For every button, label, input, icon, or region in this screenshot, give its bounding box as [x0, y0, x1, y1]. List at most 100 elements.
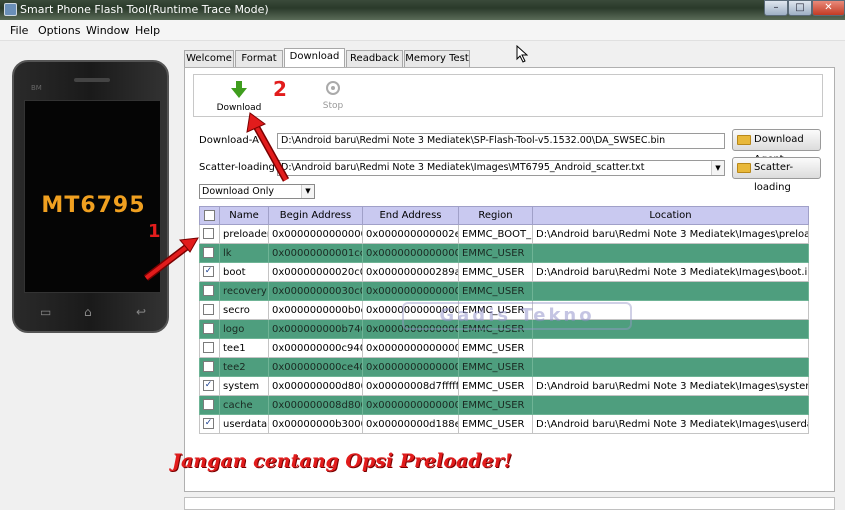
region-cell: EMMC_USER	[458, 243, 533, 263]
region-cell: EMMC_USER	[458, 357, 533, 377]
minimize-button[interactable]: –	[764, 0, 788, 16]
row-checkbox[interactable]: ✓	[199, 376, 220, 396]
tab-welcome[interactable]: Welcome	[184, 50, 234, 67]
window-title: Smart Phone Flash Tool(Runtime Trace Mod…	[20, 3, 269, 16]
row-checkbox[interactable]	[199, 357, 220, 377]
location-cell	[532, 338, 809, 358]
scatter-loading-combo[interactable]: D:\Android baru\Redmi Note 3 Mediatek\Im…	[277, 160, 725, 176]
row-checkbox[interactable]	[199, 224, 220, 244]
scatter-loading-label: Scatter-loading Fi	[199, 162, 286, 173]
table-row[interactable]: tee20x000000000ce400000x0000000000000000…	[199, 357, 809, 377]
table-row[interactable]: cache0x000000008d8000000x000000000000000…	[199, 395, 809, 415]
end-address-cell: 0x0000000000000000	[362, 243, 459, 263]
folder-icon	[737, 135, 751, 145]
app-icon	[4, 3, 17, 16]
phone-back-icon: ↩	[136, 305, 147, 319]
location-cell: D:\Android baru\Redmi Note 3 Mediatek\Im…	[532, 224, 809, 244]
tab-memory-test[interactable]: Memory Test	[404, 50, 470, 67]
select-all-checkbox[interactable]	[199, 206, 220, 225]
step-1-label: 1	[148, 221, 161, 242]
region-cell: EMMC_BOOT_1	[458, 224, 533, 244]
partition-name-cell: cache	[219, 395, 269, 415]
table-row[interactable]: recovery0x00000000030c00000x000000000000…	[199, 281, 809, 301]
download-mode-select[interactable]: Download Only ▼	[199, 184, 315, 199]
menu-file[interactable]: File	[10, 24, 28, 37]
tab-download[interactable]: Download	[284, 48, 345, 67]
end-address-cell: 0x000000000002e2b3	[362, 224, 459, 244]
stop-button[interactable]: Stop	[318, 81, 348, 111]
table-row[interactable]: ✓system0x000000000d8000000x00000008d7fff…	[199, 376, 809, 396]
scatter-loading-button-label: Scatter-loading	[754, 162, 794, 193]
phone-image: BM MT6795 ▭ ⌂ ↩	[12, 60, 169, 333]
column-header-location[interactable]: Location	[532, 206, 809, 225]
region-cell: EMMC_USER	[458, 395, 533, 415]
table-row[interactable]: ✓userdata0x00000000b30000000x00000000d18…	[199, 414, 809, 434]
warning-caption: Jangan centang Opsi Preloader!	[172, 450, 513, 472]
scatter-loading-button[interactable]: Scatter-loading	[732, 157, 821, 193]
phone-model-label: MT6795	[41, 193, 146, 218]
download-agent-label: Download-A	[199, 135, 259, 146]
chevron-down-icon[interactable]: ▼	[711, 161, 724, 175]
begin-address-cell: 0x000000000c940000	[268, 338, 363, 358]
menu-help[interactable]: Help	[135, 24, 160, 37]
download-agent-button[interactable]: Download Agent	[732, 129, 821, 165]
begin-address-cell: 0x00000000020c0000	[268, 262, 363, 282]
row-checkbox[interactable]	[199, 338, 220, 358]
mouse-cursor-icon	[516, 45, 528, 63]
watermark: Gadis Tekno	[402, 302, 632, 330]
row-checkbox[interactable]	[199, 243, 220, 263]
begin-address-cell: 0x00000000030c0000	[268, 281, 363, 301]
begin-address-cell: 0x000000000b740000	[268, 319, 363, 339]
row-checkbox[interactable]	[199, 300, 220, 320]
phone-home-icon: ⌂	[84, 305, 92, 319]
table-row[interactable]: lk0x00000000001cc00000x0000000000000000E…	[199, 243, 809, 263]
column-header-name[interactable]: Name	[219, 206, 269, 225]
tab-readback[interactable]: Readback	[346, 50, 403, 67]
tab-format[interactable]: Format	[235, 50, 283, 67]
table-row[interactable]: ✓boot0x00000000020c00000x000000000289a0f…	[199, 262, 809, 282]
location-cell	[532, 357, 809, 377]
download-mode-value: Download Only	[202, 186, 275, 197]
toolbar: Download Stop	[193, 74, 823, 117]
status-area	[184, 497, 835, 510]
phone-brand: BM	[31, 84, 42, 92]
begin-address-cell: 0x0000000000000000	[268, 224, 363, 244]
end-address-cell: 0x000000000289a0ff	[362, 262, 459, 282]
row-checkbox[interactable]	[199, 319, 220, 339]
begin-address-cell: 0x000000000ce40000	[268, 357, 363, 377]
end-address-cell: 0x0000000000000000	[362, 395, 459, 415]
download-button-label: Download	[216, 103, 262, 113]
phone-screen: MT6795	[24, 100, 161, 293]
partition-name-cell: recovery	[219, 281, 269, 301]
begin-address-cell: 0x000000008d800000	[268, 395, 363, 415]
row-checkbox[interactable]: ✓	[199, 262, 220, 282]
table-header-row: Name Begin Address End Address Region Lo…	[199, 206, 809, 225]
download-button[interactable]: Download	[216, 81, 262, 113]
column-header-region[interactable]: Region	[458, 206, 533, 225]
end-address-cell: 0x00000008d7ffffff	[362, 376, 459, 396]
row-checkbox[interactable]: ✓	[199, 414, 220, 434]
menu-options[interactable]: Options	[38, 24, 80, 37]
row-checkbox[interactable]	[199, 281, 220, 301]
close-button[interactable]: ✕	[812, 0, 845, 16]
table-row[interactable]: tee10x000000000c9400000x0000000000000000…	[199, 338, 809, 358]
scatter-loading-path: D:\Android baru\Redmi Note 3 Mediatek\Im…	[281, 162, 645, 173]
row-checkbox[interactable]	[199, 395, 220, 415]
location-cell: D:\Android baru\Redmi Note 3 Mediatek\Im…	[532, 376, 809, 396]
menu-window[interactable]: Window	[86, 24, 129, 37]
step-2-label: 2	[273, 77, 287, 101]
column-header-end-address[interactable]: End Address	[362, 206, 459, 225]
chevron-down-icon[interactable]: ▼	[301, 185, 314, 198]
location-cell	[532, 243, 809, 263]
download-panel: Download Stop Download-A D:\Android baru…	[184, 67, 835, 492]
download-agent-path[interactable]: D:\Android baru\Redmi Note 3 Mediatek\SP…	[277, 133, 725, 149]
location-cell	[532, 395, 809, 415]
partition-name-cell: boot	[219, 262, 269, 282]
location-cell: D:\Android baru\Redmi Note 3 Mediatek\Im…	[532, 262, 809, 282]
maximize-button[interactable]: □	[788, 0, 812, 16]
column-header-begin-address[interactable]: Begin Address	[268, 206, 363, 225]
region-cell: EMMC_USER	[458, 414, 533, 434]
phone-menu-icon: ▭	[40, 305, 52, 319]
stop-button-label: Stop	[322, 101, 344, 111]
table-row[interactable]: preloader0x00000000000000000x00000000000…	[199, 224, 809, 244]
